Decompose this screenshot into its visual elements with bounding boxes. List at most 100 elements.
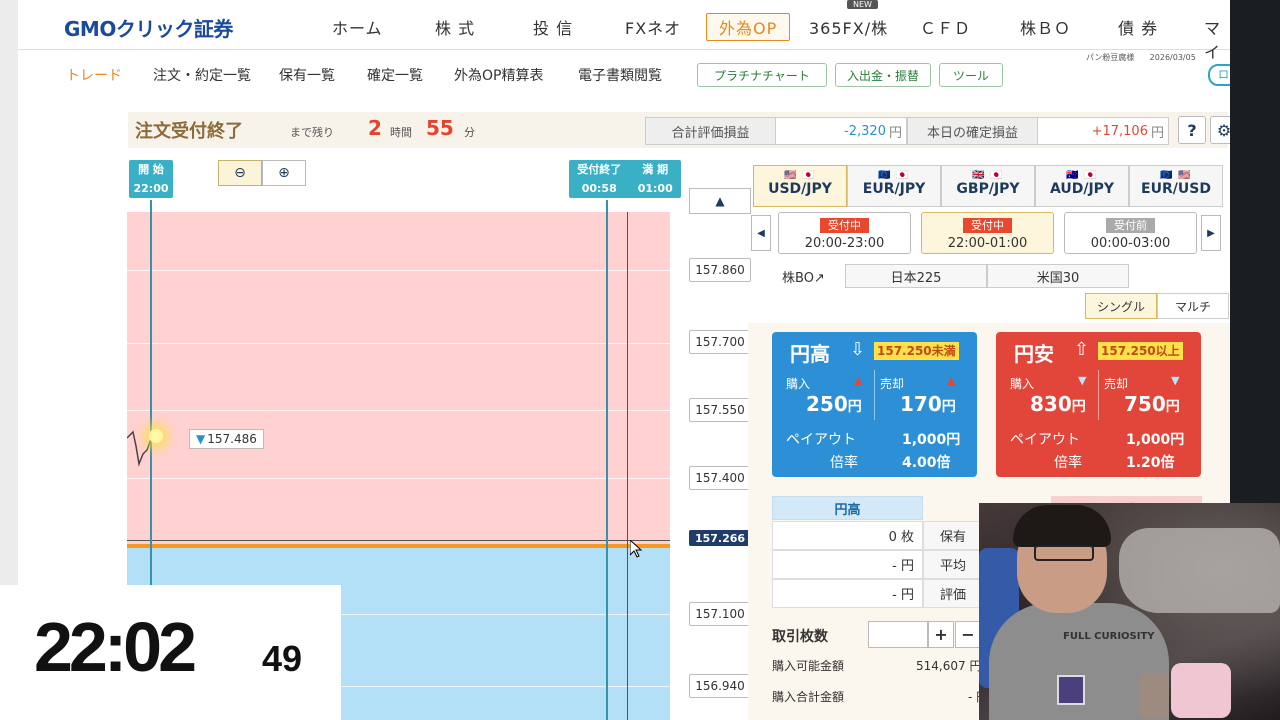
nikkei225-button[interactable]: 日本225 <box>845 264 987 288</box>
subnav-holdings[interactable]: 保有一覧 <box>279 65 335 85</box>
nav-stocks[interactable]: 株 式 <box>435 15 475 39</box>
expiry-line <box>627 212 628 720</box>
subnav-settled[interactable]: 確定一覧 <box>367 65 423 85</box>
start-time: 22:00 <box>133 182 169 195</box>
buy-price-value: 250 <box>806 392 848 416</box>
yen-unit: 円 <box>847 399 862 415</box>
pair-name: GBP/JPY <box>956 181 1020 197</box>
expiry-block: 満 期 01:00 <box>638 160 673 198</box>
divider <box>1098 370 1099 420</box>
slot-2200[interactable]: 受付中 22:00-01:00 <box>921 212 1054 254</box>
clock-overlay: 22:02 49 <box>0 585 341 720</box>
nav-fx-neo[interactable]: FXネオ <box>625 15 681 39</box>
nav-365fx[interactable]: 365FX/株 <box>809 15 888 39</box>
tab-audjpy[interactable]: 🇦🇺 🇯🇵 AUD/JPY <box>1035 165 1129 207</box>
yen-unit: 円 <box>941 399 956 415</box>
slot-2000[interactable]: 受付中 20:00-23:00 <box>778 212 911 254</box>
gmo-logo[interactable]: GMOクリック証券 <box>64 13 233 42</box>
flag-icon: 🇺🇸 🇯🇵 <box>784 170 816 181</box>
pair-name: EUR/USD <box>1141 181 1211 197</box>
multi-mode-button[interactable]: マルチ <box>1157 293 1229 319</box>
grid-line <box>127 478 670 479</box>
stock-bo-link[interactable]: 株BO↗ <box>782 267 825 286</box>
quantity-input[interactable] <box>868 621 928 648</box>
subnav-trade[interactable]: トレード <box>66 65 122 85</box>
grid-line <box>127 410 670 411</box>
sell-price[interactable]: 170円 <box>900 392 956 416</box>
status-bar: 注文受付終了 まで残り 2 時間 55 分 合計評価損益 -2,320 円 本日の… <box>128 112 1230 148</box>
buy-price[interactable]: 830円 <box>1030 392 1086 416</box>
prev-slot-icon[interactable]: ◀ <box>751 215 771 251</box>
minus-button[interactable]: − <box>955 621 981 648</box>
total-pl-label: 合計評価損益 <box>645 117 776 145</box>
card-title: 円安 <box>1014 342 1054 366</box>
us30-button[interactable]: 米国30 <box>987 264 1129 288</box>
nav-stock-bo[interactable]: 株ＢＯ <box>1020 15 1071 39</box>
sell-label: 売却 <box>1104 377 1129 391</box>
tab-usdjpy[interactable]: 🇺🇸 🇯🇵 USD/JPY <box>753 165 847 207</box>
current-line <box>127 540 670 541</box>
current-price: 157.486 <box>207 432 257 446</box>
strike-line <box>127 544 670 548</box>
platinum-chart-button[interactable]: プラチナチャート <box>697 63 827 87</box>
subnav-orders[interactable]: 注文・約定一覧 <box>153 65 251 85</box>
position-header-yen-up: 円高 <box>772 496 923 520</box>
yen-down-card[interactable]: 円安 ⇧ 157.250以上 購入 ▼ 売却 ▼ 830円 750円 ペイアウト… <box>996 332 1201 477</box>
expiry-time: 01:00 <box>637 182 673 195</box>
scroll-up-button[interactable]: ▲ <box>689 188 751 214</box>
total-amount-label: 購入合計金額 <box>772 690 845 704</box>
webcam-overlay: FULL CURIOSITY <box>979 503 1280 720</box>
nav-bonds[interactable]: 債 券 <box>1118 15 1158 39</box>
help-button[interactable]: ? <box>1178 116 1206 144</box>
slot-time: 20:00-23:00 <box>804 236 885 251</box>
flag-icon: 🇬🇧 🇯🇵 <box>972 170 1004 181</box>
next-slot-icon[interactable]: ▶ <box>1201 215 1221 251</box>
y-axis-label: 157.860 <box>689 258 751 282</box>
pair-name: EUR/JPY <box>862 181 926 197</box>
flag-icon: 🇪🇺 🇯🇵 <box>878 170 910 181</box>
buy-price[interactable]: 250円 <box>806 392 862 416</box>
subnav-fx-op-statement[interactable]: 外為OP精算表 <box>454 65 543 85</box>
settings-gear-icon[interactable]: ⚙ <box>1210 116 1230 144</box>
sell-price[interactable]: 750円 <box>1124 392 1180 416</box>
clock-seconds: 49 <box>262 638 303 679</box>
user-info: パン粉豆腐様 2026/03/05 <box>1086 52 1196 63</box>
remaining-hours: 2 <box>368 116 382 140</box>
close-label: 受付終了 <box>577 163 622 176</box>
buy-price-value: 830 <box>1030 392 1072 416</box>
upper-zone <box>127 212 670 546</box>
sell-label: 売却 <box>880 377 905 391</box>
tab-gbpjpy[interactable]: 🇬🇧 🇯🇵 GBP/JPY <box>941 165 1035 207</box>
slot-0000[interactable]: 受付前 00:00-03:00 <box>1064 212 1197 254</box>
tools-button[interactable]: ツール <box>939 63 1003 87</box>
yen-unit: 円 <box>1071 399 1086 415</box>
yen-unit: 円 <box>1150 125 1164 141</box>
available-amount-label: 購入可能金額 <box>772 659 845 673</box>
zoom-in-icon[interactable]: ⊕ <box>262 160 306 186</box>
minutes-unit: 分 <box>464 126 475 139</box>
current-price-tag: ▼ 157.486 <box>189 429 264 449</box>
slot-time: 22:00-01:00 <box>947 236 1028 251</box>
single-mode-button[interactable]: シングル <box>1085 293 1157 319</box>
hours-unit: 時間 <box>390 126 412 139</box>
nav-cfd[interactable]: ＣＦＤ <box>920 15 971 39</box>
card-title: 円高 <box>790 342 830 366</box>
grid-line <box>127 343 670 344</box>
nav-funds[interactable]: 投 信 <box>533 15 573 39</box>
available-amount-value: 514,607 円 <box>916 659 982 673</box>
slot-status-badge: 受付中 <box>963 218 1012 233</box>
plus-button[interactable]: + <box>928 621 954 648</box>
payout-label: ペイアウト <box>1010 432 1080 448</box>
deposit-transfer-button[interactable]: 入出金・振替 <box>835 63 931 87</box>
pair-name: USD/JPY <box>768 181 832 197</box>
tab-eurusd[interactable]: 🇪🇺 🇺🇸 EUR/USD <box>1129 165 1223 207</box>
remaining-minutes: 55 <box>426 116 454 140</box>
yen-up-card[interactable]: 円高 ⇩ 157.250未満 購入 ▲ 売却 ▲ 250円 170円 ペイアウト… <box>772 332 977 477</box>
subnav-e-documents[interactable]: 電子書類閲覧 <box>578 65 662 85</box>
holdings-label: 保有 <box>923 521 983 550</box>
tab-eurjpy[interactable]: 🇪🇺 🇯🇵 EUR/JPY <box>847 165 941 207</box>
logout-button[interactable]: ロ <box>1208 64 1230 86</box>
nav-fx-option[interactable]: 外為OP <box>706 13 791 41</box>
nav-home[interactable]: ホーム <box>332 15 383 39</box>
zoom-out-icon[interactable]: ⊖ <box>218 160 262 186</box>
